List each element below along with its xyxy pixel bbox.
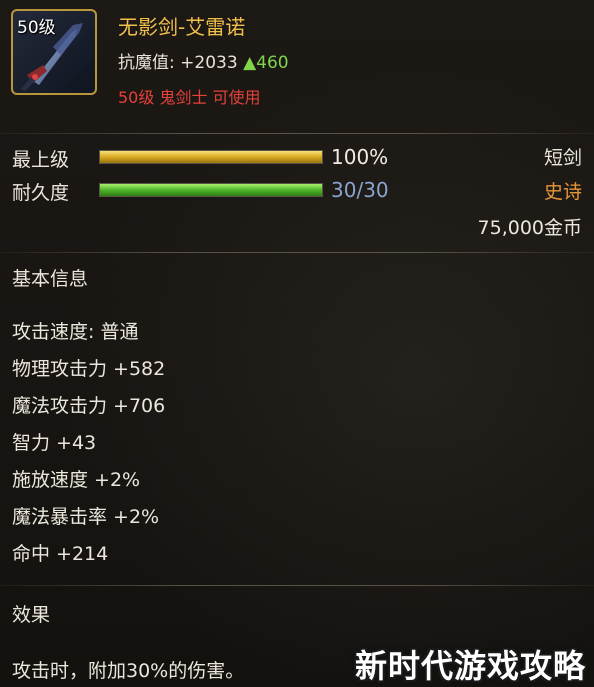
stat-line: 魔法暴击率 +2% bbox=[12, 506, 160, 528]
stat-line: 命中 +214 bbox=[12, 543, 109, 565]
bars-divider bbox=[0, 252, 594, 253]
usage-requirement: 50级 鬼剑士 可使用 bbox=[118, 88, 261, 107]
durability-value: 30/30 bbox=[331, 178, 389, 202]
upgrade-bar-fill bbox=[100, 151, 322, 163]
stat-line: 攻击速度: 普通 bbox=[12, 321, 139, 343]
item-tooltip-panel: 50级 无影剑-艾雷诺 抗魔值: +2033 ▲460 50级 鬼剑士 可使用 … bbox=[0, 0, 594, 686]
upgrade-bar bbox=[99, 150, 323, 164]
stat-line: 施放速度 +2% bbox=[12, 469, 141, 491]
stat-line: 魔法攻击力 +706 bbox=[12, 395, 166, 417]
site-watermark: 新时代游戏攻略 bbox=[354, 647, 586, 685]
resist-label: 抗魔值: bbox=[118, 53, 175, 73]
durability-bar bbox=[99, 183, 323, 197]
durability-bar-fill bbox=[100, 184, 322, 196]
stat-line: 智力 +43 bbox=[12, 432, 97, 454]
effect-text: 攻击时，附加30%的伤害。 bbox=[12, 660, 245, 682]
item-icon-frame[interactable]: 50级 bbox=[11, 9, 97, 95]
item-price: 75,000金币 bbox=[477, 217, 582, 239]
header-divider bbox=[0, 133, 594, 134]
basic-info-title: 基本信息 bbox=[12, 268, 89, 290]
resist-delta: ▲460 bbox=[243, 53, 289, 73]
effect-divider bbox=[0, 585, 594, 586]
weapon-type: 短剑 bbox=[543, 147, 582, 169]
upgrade-value: 100% bbox=[331, 145, 389, 169]
effect-title: 效果 bbox=[12, 604, 51, 626]
stat-line: 物理攻击力 +582 bbox=[12, 358, 166, 380]
item-rarity: 史诗 bbox=[543, 181, 582, 203]
item-level-tag: 50级 bbox=[17, 18, 56, 38]
durability-label: 耐久度 bbox=[12, 182, 70, 204]
item-name: 无影剑-艾雷诺 bbox=[118, 15, 246, 39]
resist-line: 抗魔值: +2033 ▲460 bbox=[118, 48, 289, 73]
resist-value: +2033 bbox=[180, 53, 238, 73]
upgrade-label: 最上级 bbox=[12, 149, 70, 171]
